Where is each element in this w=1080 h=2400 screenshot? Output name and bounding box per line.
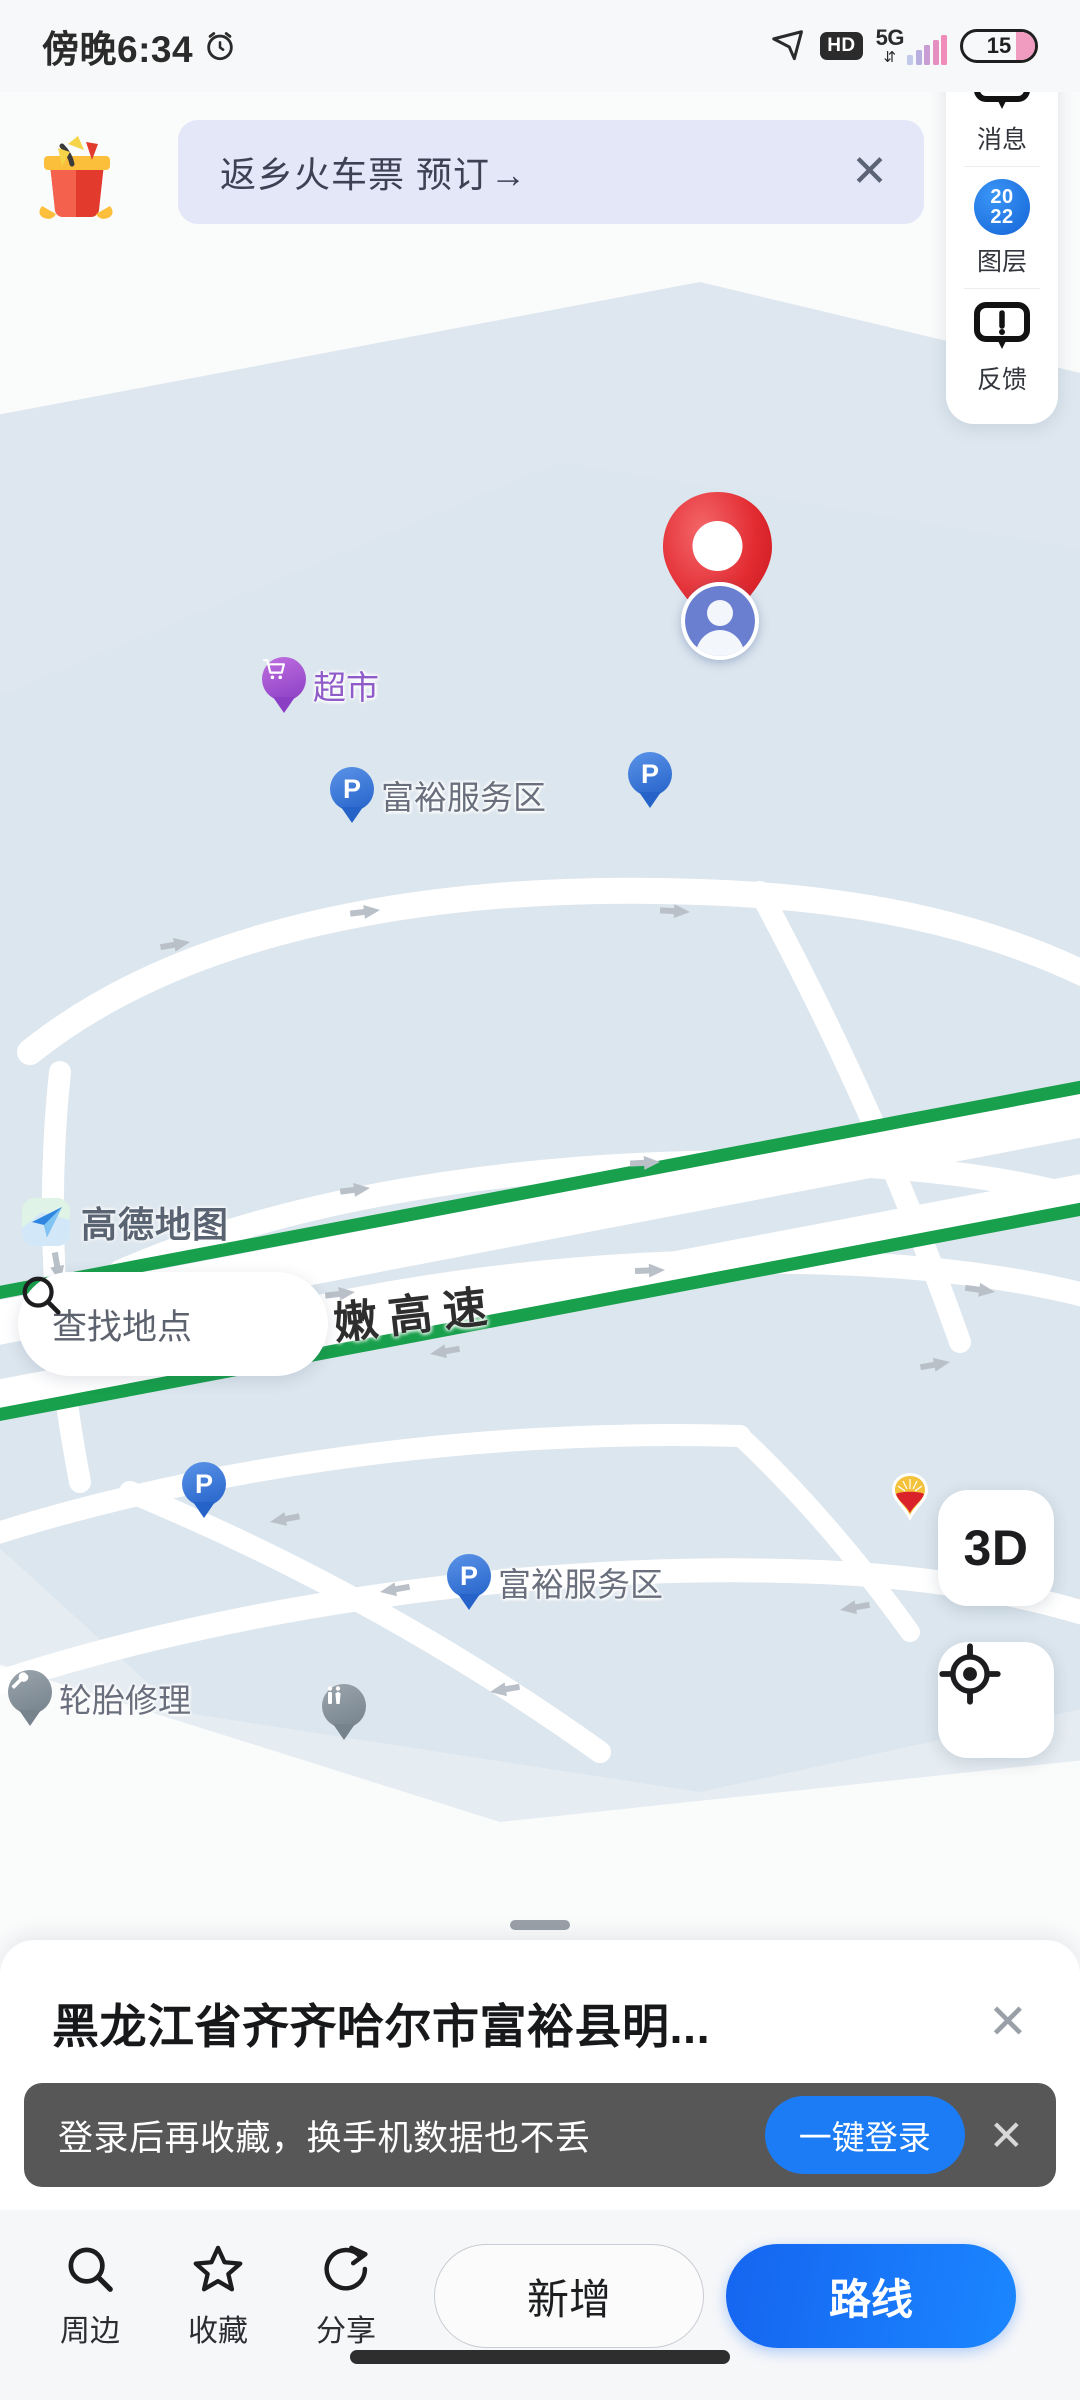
star-icon — [193, 2245, 243, 2292]
action-favorite[interactable]: 收藏 — [154, 2242, 282, 2350]
battery-indicator: 15 — [960, 29, 1038, 63]
search-placeholder: 查找地点 — [52, 1307, 193, 1347]
action-nearby[interactable]: 周边 — [26, 2242, 154, 2350]
poi-label: 轮胎修理 — [59, 1682, 191, 1719]
network-indicator: 5G ⇵ — [876, 27, 947, 65]
poi-parking-b[interactable]: P — [628, 752, 672, 808]
brand-name: 高德地图 — [81, 1204, 230, 1245]
action-label: 分享 — [316, 2315, 376, 2348]
toast-message: 登录后再收藏，换手机数据也不丢 — [58, 2118, 591, 2158]
hd-badge: HD — [820, 32, 863, 60]
sheet-close-icon[interactable]: ✕ — [978, 1995, 1038, 2051]
poi-service-area-lower[interactable]: P 富裕服务区 — [447, 1554, 663, 1610]
signal-bars-icon — [907, 35, 947, 65]
parking-pin: P — [182, 1462, 226, 1518]
action-bar: 周边 收藏 分享 新增 路线 — [0, 2210, 1080, 2400]
parking-pin: P — [330, 767, 374, 823]
home-indicator[interactable] — [350, 2350, 730, 2364]
toast-close-icon[interactable]: ✕ — [981, 2111, 1032, 2160]
restroom-pin — [322, 1684, 366, 1740]
search-icon — [68, 2247, 113, 2292]
search-icon — [22, 1276, 61, 1315]
place-title: 黑龙江省齐齐哈尔市富裕县明... — [52, 2000, 711, 2053]
action-label: 收藏 — [188, 2315, 248, 2348]
status-bar: 傍晚6:34 HD 5G ⇵ 15 — [0, 0, 1080, 92]
parking-pin: P — [447, 1554, 491, 1610]
amap-logo-icon — [22, 1198, 70, 1246]
gas-station-pin — [890, 1472, 930, 1522]
tire-repair-pin — [8, 1670, 52, 1726]
promo-banner: 返乡火车票 预订→ ✕ — [0, 120, 1080, 230]
network-type-label: 5G — [875, 25, 905, 50]
battery-level: 15 — [986, 33, 1012, 58]
route-button[interactable]: 路线 — [726, 2244, 1016, 2348]
poi-label: 超市 — [313, 669, 379, 706]
map-brand: 高德地图 — [22, 1196, 229, 1248]
data-transfer-icon: ⇵ — [883, 49, 897, 66]
gift-box-icon — [28, 128, 124, 224]
promo-text: 返乡火车票 预订→ — [220, 154, 528, 195]
poi-tire-repair[interactable]: 轮胎修理 — [8, 1670, 191, 1726]
locate-button[interactable] — [938, 1642, 1054, 1758]
poi-gas-station[interactable] — [890, 1472, 930, 1522]
login-toast: 登录后再收藏，换手机数据也不丢 一键登录 ✕ — [24, 2083, 1056, 2187]
search-place-button[interactable]: 查找地点 — [18, 1272, 328, 1376]
one-tap-login-button[interactable]: 一键登录 — [764, 2096, 965, 2174]
place-detail-sheet: 黑龙江省齐齐哈尔市富裕县明... ✕ 登录后再收藏，换手机数据也不丢 一键登录 … — [0, 1940, 1080, 2400]
poi-service-area-upper[interactable]: P 富裕服务区 — [330, 767, 546, 823]
poi-supermarket[interactable]: 超市 — [262, 657, 379, 713]
shopping-cart-pin — [262, 657, 306, 713]
map-app-screen: 傍晚6:34 HD 5G ⇵ 15 双嫩高速 超市 P 富裕服务区 P P P … — [0, 0, 1080, 2400]
poi-parking-c[interactable]: P — [182, 1462, 226, 1518]
user-avatar — [681, 582, 759, 660]
status-time: 傍晚6:34 — [42, 29, 194, 70]
alarm-clock-icon — [207, 32, 233, 61]
sheet-header: 黑龙江省齐齐哈尔市富裕县明... ✕ — [0, 1940, 1080, 2057]
tool-feedback[interactable]: 反馈 — [946, 289, 1058, 406]
tool-label: 反馈 — [976, 366, 1027, 394]
feedback-alert-icon — [974, 302, 1030, 349]
crosshair-locate-icon — [939, 1643, 1001, 1705]
status-bar-right: HD 5G ⇵ 15 — [769, 27, 1038, 65]
promo-close-icon[interactable]: ✕ — [851, 150, 888, 194]
action-share[interactable]: 分享 — [282, 2242, 410, 2350]
location-arrow-icon — [772, 30, 804, 61]
action-label: 周边 — [60, 2315, 120, 2348]
share-icon — [324, 2245, 368, 2291]
tool-label: 图层 — [976, 248, 1027, 276]
selected-location-marker[interactable] — [655, 490, 780, 665]
sheet-drag-handle[interactable] — [510, 1920, 570, 1930]
poi-label: 富裕服务区 — [381, 779, 546, 816]
add-button[interactable]: 新增 — [434, 2244, 704, 2348]
status-bar-left: 傍晚6:34 — [42, 19, 237, 73]
promo-banner-box[interactable]: 返乡火车票 预订→ ✕ — [178, 120, 924, 224]
poi-restroom[interactable] — [322, 1684, 366, 1740]
3d-toggle-button[interactable]: 3D — [938, 1490, 1054, 1606]
parking-pin: P — [628, 752, 672, 808]
poi-label: 富裕服务区 — [498, 1566, 663, 1603]
